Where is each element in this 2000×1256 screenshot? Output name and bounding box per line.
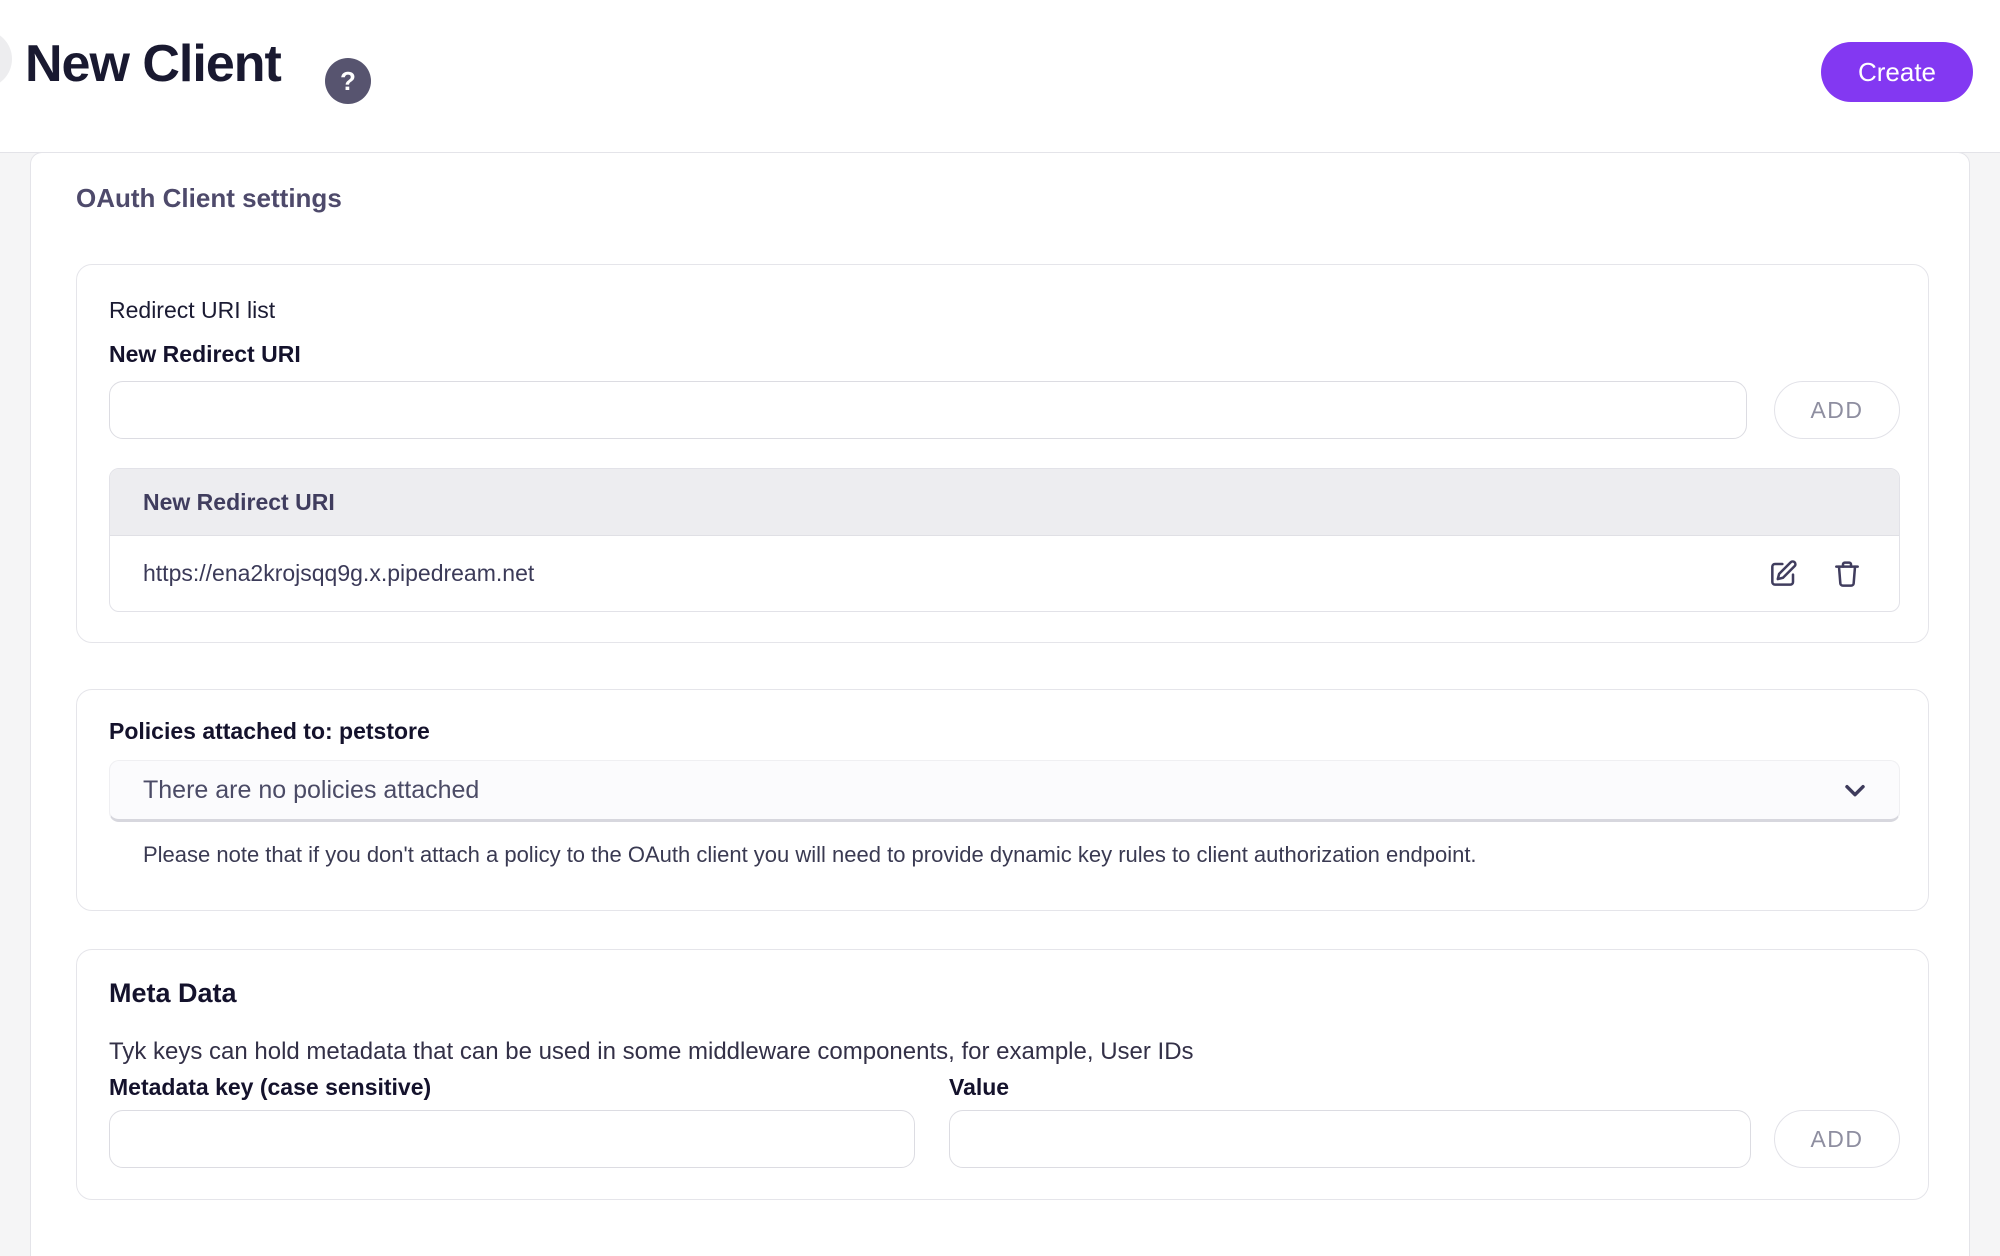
policies-card: Policies attached to: petstore There are… [76,689,1929,911]
help-icon-glyph: ? [340,66,356,97]
create-button[interactable]: Create [1821,42,1973,102]
page-header: New Client ? Create [0,0,2000,152]
redirect-uri-column-header: New Redirect URI [143,489,335,516]
redirect-uri-table: New Redirect URI https://ena2krojsqq9g.x… [109,468,1900,612]
policies-label: Policies attached to: petstore [109,718,430,745]
metadata-card: Meta Data Tyk keys can hold metadata tha… [76,949,1929,1200]
metadata-description: Tyk keys can hold metadata that can be u… [109,1038,1194,1066]
redirect-uri-value: https://ena2krojsqq9g.x.pipedream.net [143,560,534,587]
new-redirect-uri-label: New Redirect URI [109,341,301,368]
metadata-value-label: Value [949,1074,1009,1101]
metadata-value-input[interactable] [949,1110,1751,1168]
add-redirect-uri-button[interactable]: ADD [1774,381,1900,439]
policies-select[interactable]: There are no policies attached [109,760,1900,822]
content-panel: OAuth Client settings Redirect URI list … [30,152,1970,1256]
chevron-down-icon [1839,774,1871,806]
metadata-key-label: Metadata key (case sensitive) [109,1074,431,1101]
policies-select-value: There are no policies attached [143,776,479,805]
page-title: New Client [25,34,281,94]
redirect-uri-input[interactable] [109,381,1747,439]
add-metadata-button[interactable]: ADD [1774,1110,1900,1168]
collapsed-sidebar-button[interactable] [0,30,12,88]
metadata-title: Meta Data [109,978,237,1009]
delete-icon[interactable] [1831,558,1863,590]
redirect-uri-card: Redirect URI list New Redirect URI ADD N… [76,264,1929,643]
edit-icon[interactable] [1767,558,1799,590]
help-icon[interactable]: ? [325,58,371,104]
table-row: https://ena2krojsqq9g.x.pipedream.net [110,536,1899,611]
redirect-uri-table-header: New Redirect URI [110,469,1899,536]
row-actions [1767,558,1863,590]
redirect-uri-list-label: Redirect URI list [109,297,275,324]
section-title: OAuth Client settings [76,183,342,214]
policies-note: Please note that if you don't attach a p… [143,842,1477,868]
metadata-key-input[interactable] [109,1110,915,1168]
